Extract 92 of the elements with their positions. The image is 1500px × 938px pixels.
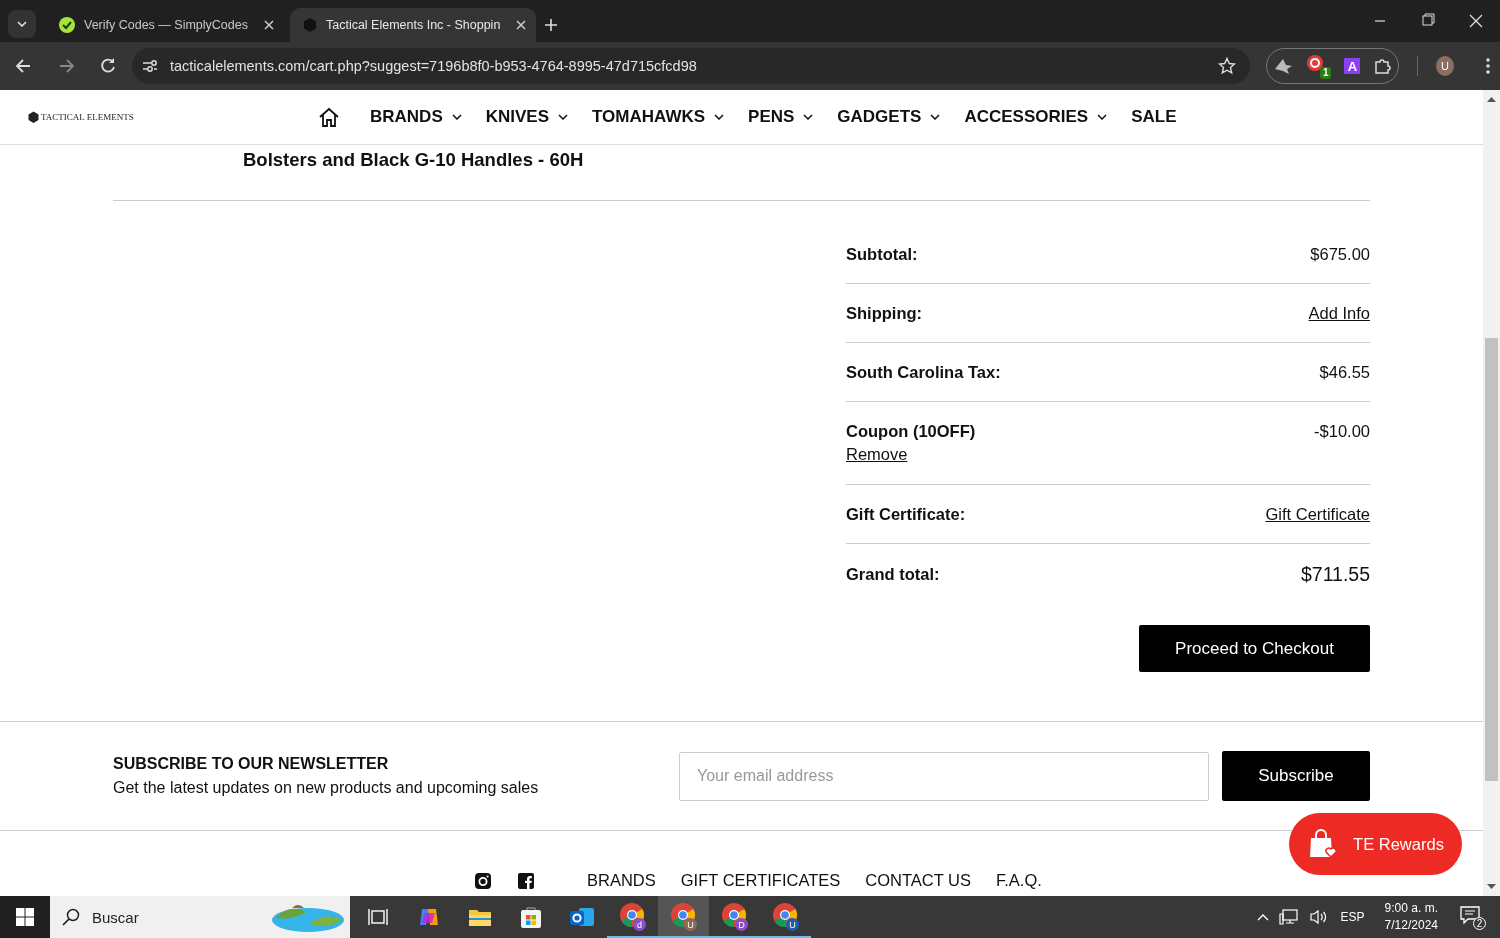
total-label: Shipping: xyxy=(846,303,923,323)
hexagon-logo-icon xyxy=(301,17,318,33)
profile-badge: d xyxy=(633,918,646,931)
rewards-button[interactable]: TE Rewards xyxy=(1289,813,1462,875)
home-icon[interactable] xyxy=(318,106,340,128)
total-label: Subtotal: xyxy=(846,244,918,264)
footer-link[interactable]: F.A.Q. xyxy=(996,871,1042,890)
product-title: Bolsters and Black G-10 Handles - 60H xyxy=(243,149,585,172)
scroll-down-icon[interactable] xyxy=(1487,884,1496,890)
taskbar-clock[interactable]: 9:00 a. m. 7/12/2024 xyxy=(1384,900,1438,934)
extension-button[interactable]: 1 xyxy=(1306,53,1332,79)
total-label: South Carolina Tax: xyxy=(846,362,1001,382)
hexagon-logo-icon xyxy=(28,111,39,123)
site-logo[interactable]: TACTICAL ELEMENTS xyxy=(41,112,134,122)
nav-link[interactable]: SALE xyxy=(1131,107,1177,127)
browser-tab[interactable]: Tactical Elements Inc - Shoppin xyxy=(289,8,537,42)
notification-button[interactable]: 2 xyxy=(1460,904,1486,930)
address-bar[interactable]: tacticalelements.com/cart.php?suggest=7196b8f0-b953-4764-8995-47d715cfcd98 xyxy=(132,48,1250,84)
chevron-down-icon xyxy=(558,114,569,120)
browser-icon xyxy=(720,902,749,930)
footer-link[interactable]: CONTACT US xyxy=(865,871,971,890)
taskbar-app[interactable]: U xyxy=(760,896,811,938)
scroll-up-icon[interactable] xyxy=(1487,96,1496,102)
taskbar-app[interactable]: U xyxy=(658,896,709,938)
total-link[interactable]: Add Info xyxy=(1308,303,1370,323)
more-menu-icon[interactable] xyxy=(1486,57,1490,75)
close-icon[interactable] xyxy=(516,20,527,30)
taskbar-app[interactable]: D xyxy=(709,896,760,938)
chevron-down-icon xyxy=(714,114,725,120)
windows-logo-icon xyxy=(16,908,34,926)
check-badge-icon xyxy=(58,16,76,34)
newsletter-text: Get the latest updates on new products and upcoming sales xyxy=(113,779,540,797)
profile-badge: U xyxy=(786,918,799,931)
chevron-down-icon xyxy=(930,114,941,120)
nav-link[interactable]: KNIVES xyxy=(485,107,569,127)
start-button[interactable] xyxy=(0,896,50,938)
scrollbar-thumb[interactable] xyxy=(1485,338,1498,781)
total-value: $711.55 xyxy=(1300,562,1370,586)
nav-link[interactable]: PENS xyxy=(748,107,814,127)
mail-app-icon xyxy=(568,905,595,929)
browser-icon xyxy=(669,902,698,930)
total-value: $46.55 xyxy=(1319,362,1370,382)
site-settings-icon[interactable] xyxy=(142,58,158,74)
browser-icon xyxy=(618,902,647,930)
network-icon[interactable] xyxy=(1278,908,1299,926)
language-indicator[interactable]: ESP xyxy=(1340,910,1365,924)
profile-avatar[interactable]: U xyxy=(1435,56,1454,76)
total-label: Gift Certificate: xyxy=(846,504,966,524)
bookmark-star-icon[interactable] xyxy=(1218,57,1236,75)
nav-link[interactable]: GADGETS xyxy=(837,107,941,127)
total-link[interactable]: Gift Certificate xyxy=(1265,504,1370,524)
email-field[interactable]: Your email address xyxy=(679,751,1209,801)
close-icon[interactable] xyxy=(263,20,274,30)
profile-badge: D xyxy=(735,918,748,931)
newsletter-heading: SUBSCRIBE TO OUR NEWSLETTER xyxy=(113,755,390,773)
browser-tab[interactable]: Verify Codes — SimplyCodes xyxy=(46,8,284,42)
new-tab-icon[interactable] xyxy=(544,18,559,32)
nav-link[interactable]: TOMAHAWKS xyxy=(592,107,725,127)
remove-link[interactable]: Remove xyxy=(846,445,976,464)
chat-icon xyxy=(1460,904,1480,925)
scrollbar-track[interactable] xyxy=(1483,90,1500,896)
url-text: tacticalelements.com/cart.php?suggest=7196b8f0-b953-4764-8995-47d715cfcd98 xyxy=(170,58,698,74)
profile-badge: U xyxy=(684,918,697,931)
extension-button[interactable]: A xyxy=(1344,58,1361,74)
target-icon xyxy=(1306,53,1325,72)
chevron-down-icon xyxy=(451,114,462,120)
store-bag-icon xyxy=(518,905,543,929)
nav-link[interactable]: ACCESSORIES xyxy=(964,107,1108,127)
camera-icon[interactable] xyxy=(474,871,492,890)
nav-link[interactable]: BRANDS xyxy=(370,107,462,127)
search-icon xyxy=(62,908,80,926)
extension-badge: 1 xyxy=(1319,66,1332,79)
taskbar-search-field[interactable]: Buscar xyxy=(50,896,350,938)
chevron-down-icon xyxy=(803,114,814,120)
puzzle-icon[interactable] xyxy=(1373,57,1392,75)
task-view-icon xyxy=(367,907,388,927)
subscribe-button[interactable]: Subscribe xyxy=(1222,751,1370,801)
folder-icon xyxy=(467,907,492,927)
tab-search-button[interactable] xyxy=(8,10,36,38)
total-value: $675.00 xyxy=(1310,244,1370,264)
facebook-icon[interactable] xyxy=(517,871,535,890)
footer-link[interactable]: GIFT CERTIFICATES xyxy=(680,871,841,890)
footer-link[interactable]: BRANDS xyxy=(587,871,656,890)
total-value: -$10.00 xyxy=(1314,422,1370,441)
total-label: Grand total: xyxy=(846,564,940,584)
chevron-down-icon xyxy=(17,21,27,27)
total-label: Coupon (10OFF) xyxy=(846,422,976,441)
speaker-icon[interactable] xyxy=(1308,909,1327,925)
chevron-up-icon[interactable] xyxy=(1256,913,1269,921)
browser-icon xyxy=(771,902,800,930)
checkout-button[interactable]: Proceed to Checkout xyxy=(1139,625,1370,672)
chevron-down-icon xyxy=(1097,114,1108,120)
